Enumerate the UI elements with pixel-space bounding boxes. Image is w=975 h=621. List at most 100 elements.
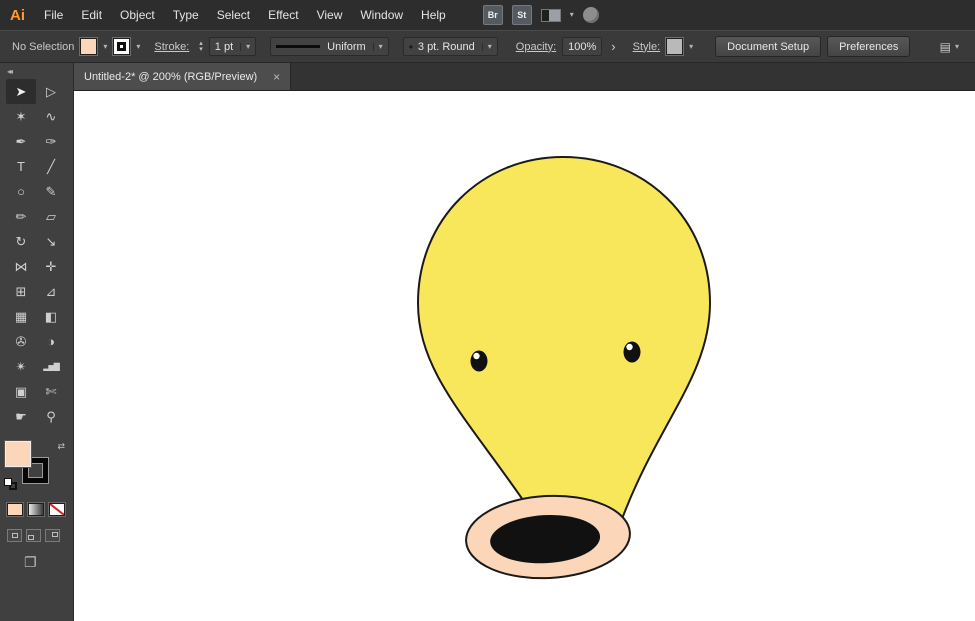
blend-tool[interactable]: ◑ (36, 329, 66, 354)
lasso-tool[interactable]: ∿ (36, 104, 66, 129)
menu-file[interactable]: File (35, 0, 72, 30)
stock-button[interactable]: St (512, 5, 532, 25)
magic-wand-tool[interactable]: ✶ (6, 104, 36, 129)
zoom-tool[interactable]: ⚲ (36, 404, 66, 429)
fill-indicator[interactable] (5, 441, 31, 467)
pen-tool[interactable]: ✒ (6, 129, 36, 154)
paint-mode-row (7, 503, 65, 516)
align-panel-icon[interactable]: ▤ (940, 40, 951, 54)
right-eye-shape[interactable] (624, 342, 641, 363)
menu-type[interactable]: Type (164, 0, 208, 30)
scale-tool[interactable]: ↘ (36, 229, 66, 254)
stroke-weight-combo[interactable]: 1 pt ▾ (209, 37, 256, 56)
canvas[interactable] (74, 91, 975, 621)
free-transform-tool[interactable]: ✛ (36, 254, 66, 279)
default-fill-icon (4, 478, 12, 486)
control-bar: No Selection ▾ ▾ Stroke: ▴ ▾ 1 pt ▾ Unif… (0, 30, 975, 63)
column-graph-tool[interactable]: ▂▅▇ (36, 354, 66, 379)
hand-tool[interactable]: ☛ (6, 404, 36, 429)
cs-live-icon[interactable] (583, 7, 599, 23)
draw-inside-button[interactable] (45, 529, 60, 542)
mesh-tool[interactable]: ▦ (6, 304, 36, 329)
appbar-right-cluster: Br St ▾ (483, 5, 599, 25)
width-tool[interactable]: ⋈ (6, 254, 36, 279)
document-tab[interactable]: Untitled-2* @ 200% (RGB/Preview) × (74, 63, 291, 90)
selection-status: No Selection (12, 41, 74, 53)
pencil-tool[interactable]: ✏ (6, 204, 36, 229)
tools-panel: ◂◂ ➤ ▷ ✶ ∿ ✒ ✑ T ╱ ○ ✎ ✏ ▱ ↻ ↘ ⋈ ✛ ⊞ ⊿ ▦ (0, 63, 74, 621)
fill-stroke-indicator: ⇄ (4, 441, 68, 493)
opacity-combo[interactable]: 100% (562, 37, 602, 56)
chevron-down-icon[interactable]: ▾ (689, 43, 693, 51)
tool-grid: ➤ ▷ ✶ ∿ ✒ ✑ T ╱ ○ ✎ ✏ ▱ ↻ ↘ ⋈ ✛ ⊞ ⊿ ▦ ◧ (6, 79, 66, 429)
opacity-panel-link[interactable]: Opacity: (516, 41, 556, 53)
gradient-tool[interactable]: ◧ (36, 304, 66, 329)
width-profile-combo[interactable]: Uniform ▾ (270, 37, 389, 56)
draw-behind-button[interactable] (26, 529, 41, 542)
chevron-down-icon[interactable]: ▾ (103, 43, 107, 51)
menu-effect[interactable]: Effect (259, 0, 307, 30)
swap-fill-stroke-icon[interactable]: ⇄ (57, 441, 65, 452)
gradient-mode-button[interactable] (28, 503, 44, 516)
artboard-tool[interactable]: ▣ (6, 379, 36, 404)
draw-normal-button[interactable] (7, 529, 22, 542)
document-tab-bar: Untitled-2* @ 200% (RGB/Preview) × (74, 63, 975, 91)
selection-tool[interactable]: ➤ (6, 79, 36, 104)
shape-builder-tool[interactable]: ⊞ (6, 279, 36, 304)
stroke-color-swatch[interactable] (113, 38, 130, 55)
mouth-group (464, 492, 632, 582)
document-setup-button[interactable]: Document Setup (715, 36, 821, 57)
brush-definition-combo[interactable]: • 3 pt. Round ▾ (403, 37, 498, 56)
menu-window[interactable]: Window (351, 0, 412, 30)
menu-view[interactable]: View (308, 0, 352, 30)
style-panel-link[interactable]: Style: (633, 41, 661, 53)
head-shape[interactable] (418, 157, 710, 525)
document-area: Untitled-2* @ 200% (RGB/Preview) × (74, 63, 975, 621)
stepper-down-icon[interactable]: ▾ (199, 47, 203, 53)
chevron-down-icon[interactable]: ▾ (240, 43, 250, 51)
eraser-tool[interactable]: ▱ (36, 204, 66, 229)
stroke-weight-stepper[interactable]: ▴ ▾ (199, 41, 203, 53)
fill-color-swatch[interactable] (80, 38, 97, 55)
color-mode-button[interactable] (7, 503, 23, 516)
preferences-button[interactable]: Preferences (827, 36, 910, 57)
screen-mode-button[interactable]: ❐ (24, 554, 37, 571)
menu-edit[interactable]: Edit (72, 0, 111, 30)
menu-help[interactable]: Help (412, 0, 455, 30)
chevron-down-icon[interactable]: ▾ (136, 43, 140, 51)
bridge-button[interactable]: Br (483, 5, 503, 25)
illustrator-window: Ai File Edit Object Type Select Effect V… (0, 0, 975, 621)
controlbar-panel-menu[interactable]: ▤ ▾ (940, 40, 963, 54)
draw-modes-row (7, 529, 60, 542)
default-fill-stroke-icon[interactable] (4, 478, 19, 491)
eyedropper-tool[interactable]: ✇ (6, 329, 36, 354)
menu-select[interactable]: Select (208, 0, 259, 30)
opacity-value: 100% (568, 41, 596, 53)
chevron-down-icon[interactable]: ▾ (373, 43, 383, 51)
type-tool[interactable]: T (6, 154, 36, 179)
ellipse-tool[interactable]: ○ (6, 179, 36, 204)
uniform-profile-icon (276, 45, 320, 48)
perspective-grid-tool[interactable]: ⊿ (36, 279, 66, 304)
workspace-switcher-icon[interactable] (541, 9, 561, 22)
direct-selection-tool[interactable]: ▷ (36, 79, 66, 104)
symbol-sprayer-tool[interactable]: ✴ (6, 354, 36, 379)
none-mode-button[interactable] (49, 503, 65, 516)
draw-normal-icon (12, 533, 18, 538)
style-swatch[interactable] (666, 38, 683, 55)
paintbrush-tool[interactable]: ✎ (36, 179, 66, 204)
chevron-down-icon[interactable]: ▾ (482, 43, 492, 51)
chevron-down-icon[interactable]: ▾ (955, 43, 959, 51)
line-segment-tool[interactable]: ╱ (36, 154, 66, 179)
workspace: ◂◂ ➤ ▷ ✶ ∿ ✒ ✑ T ╱ ○ ✎ ✏ ▱ ↻ ↘ ⋈ ✛ ⊞ ⊿ ▦ (0, 63, 975, 621)
tab-close-button[interactable]: × (273, 70, 280, 84)
opacity-flyout-icon[interactable]: › (608, 39, 618, 54)
slice-tool[interactable]: ✄ (36, 379, 66, 404)
chevron-down-icon[interactable]: ▾ (570, 11, 574, 19)
left-eye-shape[interactable] (471, 351, 488, 372)
stroke-panel-link[interactable]: Stroke: (154, 41, 189, 53)
curvature-tool[interactable]: ✑ (36, 129, 66, 154)
collapse-panel-icon[interactable]: ◂◂ (0, 63, 11, 77)
rotate-tool[interactable]: ↻ (6, 229, 36, 254)
menu-object[interactable]: Object (111, 0, 164, 30)
